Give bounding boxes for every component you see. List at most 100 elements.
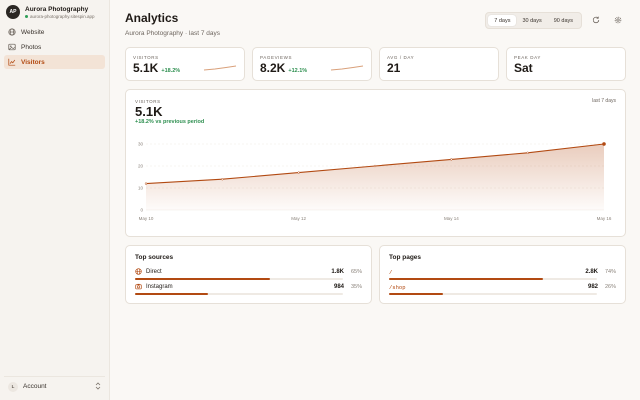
chart-range: last 7 days <box>592 98 616 104</box>
list-item[interactable]: /shop 982 26% <box>389 282 616 297</box>
refresh-button[interactable] <box>588 13 604 29</box>
data-point <box>526 151 529 154</box>
visitors-chart-card: VISITORS 5.1K +18.2% vs previous period … <box>125 89 626 237</box>
y-tick-label: 30 <box>138 142 144 147</box>
stat-card-visitors: VISITORS 5.1K +18.2% <box>125 47 245 81</box>
range-30-days[interactable]: 30 days <box>516 15 547 26</box>
page-pct: 26% <box>604 284 616 290</box>
range-7-days[interactable]: 7 days <box>488 15 517 26</box>
data-point <box>373 164 377 168</box>
top-sources-card: Top sources Direct 1.8K 65% Instagram 98… <box>125 245 372 304</box>
stat-label: PAGEVIEWS <box>260 55 293 60</box>
top-sources-title: Top sources <box>135 254 174 261</box>
stat-value: 21 <box>387 61 401 75</box>
sidebar-item-photos[interactable]: Photos <box>4 40 105 54</box>
account-label: Account <box>23 383 47 390</box>
sidebar-item-label: Website <box>21 28 45 36</box>
y-tick-label: 20 <box>138 164 144 169</box>
globe-icon <box>8 28 16 36</box>
stat-delta: +18.2% <box>161 68 181 74</box>
data-point <box>221 178 224 181</box>
list-item[interactable]: Direct 1.8K 65% <box>135 267 362 282</box>
site-url-row: aurora-photography.sitespin.app <box>25 14 94 19</box>
site-url: aurora-photography.sitespin.app <box>30 13 95 19</box>
stat-value: 5.1K <box>133 61 159 75</box>
source-bar-track <box>135 293 343 295</box>
page-title: Analytics <box>125 11 179 25</box>
y-tick-label: 0 <box>140 208 143 213</box>
stat-cards: VISITORS 5.1K +18.2% PAGEVIEWS 8.2K +12.… <box>125 47 626 81</box>
settings-button[interactable] <box>610 13 626 29</box>
sidebar-item-label: Photos <box>21 43 42 51</box>
stat-delta: +12.1% <box>288 68 308 74</box>
sidebar-item-visitors[interactable]: Visitors <box>4 55 105 69</box>
stat-card-avg-day: AVG / DAY 21 <box>379 47 499 81</box>
data-point <box>297 171 300 174</box>
site-name: Aurora Photography <box>25 5 89 13</box>
stat-label: PEAK DAY <box>514 55 541 60</box>
account-avatar: L <box>8 381 18 392</box>
gear-icon <box>614 16 622 26</box>
stat-card-peak-day: PEAK DAY Sat <box>506 47 626 81</box>
source-label: Direct <box>135 267 314 277</box>
source-name: Instagram <box>146 284 173 290</box>
source-value: 984 <box>333 284 344 290</box>
source-bar-track <box>135 278 343 280</box>
data-point <box>602 142 606 146</box>
x-tick-label: May 16 <box>597 216 612 221</box>
range-90-days[interactable]: 90 days <box>548 15 579 26</box>
online-status-dot <box>25 14 28 18</box>
page-bar-track <box>389 293 597 295</box>
camera-icon <box>135 283 142 292</box>
page-value: 2.8K <box>585 269 598 275</box>
sparkline <box>203 65 237 71</box>
top-pages-card: Top pages / 2.8K 74% /shop 982 26% <box>379 245 626 304</box>
area-fill <box>146 144 604 210</box>
image-icon <box>8 43 16 51</box>
page-header: Analytics Aurora Photography · last 7 da… <box>125 11 626 39</box>
site-avatar: AP <box>6 5 20 19</box>
toolbar: 7 days 30 days 90 days <box>485 12 626 29</box>
chart-total: 5.1K <box>135 104 163 119</box>
chart-delta: +18.2% vs previous period <box>135 119 205 125</box>
data-point <box>450 158 453 161</box>
stat-label: AVG / DAY <box>387 55 415 60</box>
source-value: 1.8K <box>331 269 344 275</box>
visitors-area-chart: 0 10 20 30 May 10 May 12 May 14 May 16 <box>138 142 612 222</box>
source-label: Instagram <box>135 283 314 292</box>
source-name: Direct <box>146 269 162 275</box>
bottom-panels: Top sources Direct 1.8K 65% Instagram 98… <box>125 245 626 304</box>
page-bar-track <box>389 278 597 280</box>
chart-line-icon <box>8 58 16 66</box>
page-subtitle: Aurora Photography · last 7 days <box>125 30 221 37</box>
page-bar <box>389 278 543 280</box>
account-menu[interactable]: L Account <box>4 376 105 396</box>
site-switcher[interactable]: AP Aurora Photography aurora-photography… <box>4 4 105 25</box>
sidebar-item-label: Visitors <box>21 58 45 66</box>
page-bar <box>389 293 444 295</box>
source-bar <box>135 278 271 280</box>
x-tick-label: May 12 <box>291 216 306 221</box>
list-item[interactable]: Instagram 984 35% <box>135 282 362 297</box>
y-tick-label: 10 <box>138 186 144 191</box>
globe-icon <box>135 267 142 277</box>
source-pct: 65% <box>350 269 362 275</box>
page-path: /shop <box>389 283 406 291</box>
data-point <box>144 182 148 185</box>
x-tick-label: May 10 <box>139 216 154 221</box>
sparkline <box>330 65 364 71</box>
source-pct: 35% <box>350 284 362 290</box>
sidebar: AP Aurora Photography aurora-photography… <box>0 0 110 400</box>
page-value: 982 <box>587 284 598 290</box>
list-item[interactable]: / 2.8K 74% <box>389 267 616 282</box>
refresh-icon <box>592 16 600 26</box>
source-bar <box>135 293 208 295</box>
stat-value: Sat <box>514 61 533 75</box>
sidebar-item-website[interactable]: Website <box>4 25 105 39</box>
x-tick-label: May 14 <box>444 216 459 221</box>
stat-label: VISITORS <box>133 55 159 60</box>
app-shell: AP Aurora Photography aurora-photography… <box>0 0 640 400</box>
top-pages-title: Top pages <box>389 254 422 261</box>
date-range-selector: 7 days 30 days 90 days <box>485 12 582 29</box>
